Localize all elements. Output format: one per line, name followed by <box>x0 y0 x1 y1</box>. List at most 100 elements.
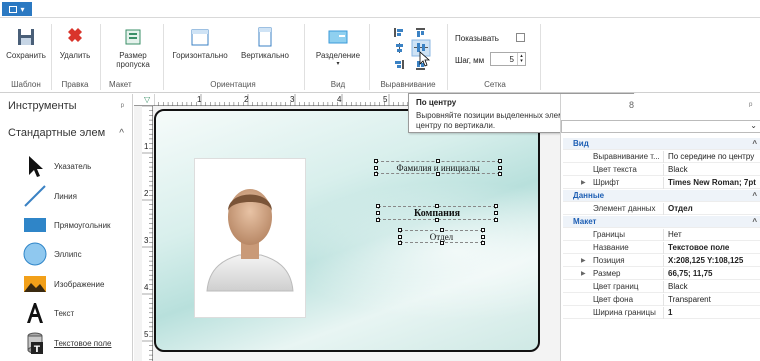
app-menu-button[interactable]: ▾ <box>2 2 32 16</box>
resize-handle[interactable] <box>398 241 402 245</box>
resize-handle[interactable] <box>436 159 440 163</box>
save-button[interactable]: Сохранить <box>6 26 46 60</box>
ribbon-separator <box>540 24 541 90</box>
resize-handle[interactable] <box>436 172 440 176</box>
grid-show-label: Показывать <box>455 34 499 43</box>
ruler-number: 5 <box>383 95 388 104</box>
property-row[interactable]: Цвет границ Black <box>563 280 760 293</box>
group-orientation: Ориентация <box>210 80 256 89</box>
badge-card[interactable]: Фамилия и инициалы Компания Отдел <box>154 109 540 352</box>
grid-step-stepper[interactable]: 5 ▴ ▾ <box>490 52 526 66</box>
resize-handle[interactable] <box>481 241 485 245</box>
page-size-button[interactable]: Размер пропуска <box>110 26 156 69</box>
property-row[interactable]: Границы Нет <box>563 228 760 241</box>
property-row[interactable]: Ширина границы 1 <box>563 306 760 319</box>
ruler-number: 1 <box>144 142 149 151</box>
property-name: Шрифт <box>593 178 620 187</box>
resize-handle[interactable] <box>374 165 378 170</box>
divider-icon <box>328 30 348 44</box>
property-value[interactable]: 66,75; 11,75 <box>663 267 760 280</box>
design-canvas: ▽ 1 2 3 4 5 1 2 3 4 5 Фамилия и инициалы… <box>134 94 560 361</box>
resize-handle[interactable] <box>398 228 402 232</box>
resize-handle[interactable] <box>498 172 502 176</box>
chevron-down-icon: ▾ <box>20 4 25 14</box>
resize-handle[interactable] <box>494 211 498 215</box>
grid-show-checkbox[interactable] <box>516 33 525 42</box>
property-row[interactable]: Цвет фона Transparent <box>563 293 760 306</box>
resize-handle[interactable] <box>439 241 444 245</box>
horizontal-button[interactable]: Горизонтально <box>170 26 230 60</box>
tool-ellipse[interactable]: Эллипс <box>0 240 133 268</box>
image-icon <box>24 276 46 292</box>
property-value[interactable]: Transparent <box>663 293 760 306</box>
pin-icon[interactable]: ᵖ <box>121 101 124 111</box>
property-row[interactable]: ▶ Размер 66,75; 11,75 <box>563 267 760 280</box>
property-row[interactable]: ▶ Позиция X:208,125 Y:108,125 <box>563 254 760 267</box>
tools-category[interactable]: Стандартные элем ^ <box>0 122 132 144</box>
object-selector[interactable]: ⌄ <box>561 120 760 133</box>
property-row[interactable]: Элемент данных Отдел <box>563 202 760 215</box>
resize-handle[interactable] <box>439 228 444 232</box>
chevron-up-icon[interactable]: ^ <box>752 217 760 226</box>
delete-button[interactable]: Удалить <box>56 26 94 60</box>
ribbon-separator <box>369 24 370 90</box>
property-value[interactable]: По середине по центру <box>663 150 760 163</box>
property-row[interactable]: Название Текстовое поле <box>563 241 760 254</box>
property-row[interactable]: Цвет текста Black <box>563 163 760 176</box>
resize-handle[interactable] <box>498 165 502 170</box>
property-category[interactable]: Вид ^ <box>563 138 760 150</box>
resize-handle[interactable] <box>376 204 380 208</box>
expand-arrow-icon[interactable]: ▶ <box>581 179 586 186</box>
chevron-down-icon: ⌄ <box>750 121 757 130</box>
stepper-arrows-icon[interactable]: ▴ ▾ <box>517 53 525 65</box>
delete-icon <box>68 28 82 42</box>
tool-text-field[interactable]: T Текстовое поле <box>0 329 133 357</box>
property-value[interactable]: Times New Roman; 7pt <box>663 176 760 189</box>
resize-handle[interactable] <box>374 159 378 163</box>
align-center-h-icon <box>396 43 403 53</box>
property-row[interactable]: Выравнивание т... По середине по центру <box>563 150 760 163</box>
property-value[interactable]: 1 <box>663 306 760 319</box>
property-value[interactable]: Отдел <box>663 202 760 215</box>
property-category[interactable]: Макет ^ <box>563 216 760 228</box>
align-right-icon <box>395 60 404 69</box>
expand-arrow-icon[interactable]: ▶ <box>581 257 586 264</box>
divider-button[interactable]: Разделение ▾ <box>312 26 364 67</box>
resize-handle[interactable] <box>494 204 498 208</box>
property-row[interactable]: ▶ Шрифт Times New Roman; 7pt <box>563 176 760 189</box>
property-category[interactable]: Данные ^ <box>563 190 760 202</box>
tool-rectangle[interactable]: Прямоугольник <box>0 211 133 239</box>
property-value[interactable]: Текстовое поле <box>663 241 760 254</box>
vertical-page-icon <box>258 27 272 47</box>
group-grid: Сетка <box>484 80 506 89</box>
resize-handle[interactable] <box>498 159 502 163</box>
tool-text[interactable]: Текст <box>0 299 133 327</box>
resize-handle[interactable] <box>494 218 498 222</box>
expand-arrow-icon[interactable]: ▶ <box>581 270 586 277</box>
photo-placeholder[interactable] <box>194 158 306 318</box>
property-value[interactable]: Black <box>663 163 760 176</box>
resize-handle[interactable] <box>481 234 485 239</box>
tool-line[interactable]: Линия <box>0 182 133 210</box>
tools-title: Инструменты <box>8 100 77 112</box>
tool-label: Линия <box>54 191 77 201</box>
property-value[interactable]: X:208,125 Y:108,125 <box>663 254 760 267</box>
resize-handle[interactable] <box>398 234 402 239</box>
resize-handle[interactable] <box>435 204 439 208</box>
tool-pointer[interactable]: Указатель <box>0 152 133 180</box>
resize-handle[interactable] <box>481 228 485 232</box>
resize-handle[interactable] <box>435 218 439 222</box>
department-field-text: Отдел <box>429 231 454 242</box>
property-value[interactable]: Нет <box>663 228 760 241</box>
resize-handle[interactable] <box>376 211 380 215</box>
chevron-up-icon[interactable]: ^ <box>752 191 760 200</box>
resize-handle[interactable] <box>376 218 380 222</box>
resize-handle[interactable] <box>374 172 378 176</box>
vertical-button[interactable]: Вертикально <box>235 26 295 60</box>
tool-image[interactable]: Изображение <box>0 270 133 298</box>
horizontal-label: Горизонтально <box>172 51 228 60</box>
ruler-number: 2 <box>244 95 249 104</box>
chevron-up-icon[interactable]: ^ <box>752 139 760 148</box>
pin-icon[interactable]: ᵖ <box>749 100 752 110</box>
property-value[interactable]: Black <box>663 280 760 293</box>
